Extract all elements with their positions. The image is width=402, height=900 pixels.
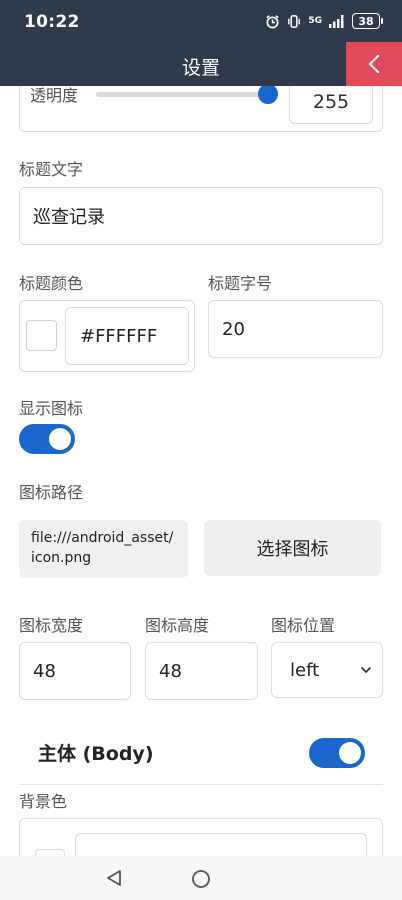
system-nav-bar: [0, 856, 402, 900]
title-font-size-input[interactable]: 20: [208, 300, 383, 358]
settings-form[interactable]: 透明度 255 标题文字 巡查记录 标题颜色 标题字号 #FFFFFF 20 显…: [0, 86, 402, 856]
toggle-knob: [339, 742, 361, 764]
icon-width-label: 图标宽度: [19, 616, 84, 635]
opacity-label: 透明度: [30, 86, 79, 105]
background-color-input[interactable]: [75, 833, 367, 856]
icon-position-select[interactable]: left: [271, 642, 383, 698]
nav-home-icon[interactable]: [191, 869, 211, 889]
icon-height-input[interactable]: 48: [145, 642, 258, 700]
back-button[interactable]: [346, 42, 402, 86]
body-section-toggle[interactable]: [309, 738, 365, 768]
status-icons: 5G 38: [265, 13, 383, 29]
icon-position-value: left: [290, 659, 320, 681]
show-icon-label: 显示图标: [19, 399, 84, 418]
title-color-label: 标题颜色: [19, 274, 84, 293]
alarm-icon: [266, 14, 279, 28]
icon-position-label: 图标位置: [271, 616, 336, 635]
background-color-label: 背景色: [19, 792, 68, 811]
show-icon-toggle[interactable]: [19, 424, 75, 454]
icon-width-input[interactable]: 48: [19, 642, 131, 700]
chevron-left-icon: [368, 54, 380, 74]
icon-path-value: file:///android_asset/icon.png: [19, 520, 188, 578]
choose-icon-button[interactable]: 选择图标: [204, 520, 381, 576]
chevron-down-icon: [361, 667, 371, 673]
icon-height-label: 图标高度: [145, 616, 210, 635]
background-color-swatch[interactable]: [35, 849, 65, 856]
title-text-label: 标题文字: [19, 160, 84, 179]
background-color-picker: [19, 818, 383, 856]
signal-icon: [329, 15, 344, 28]
title-font-size-label: 标题字号: [208, 274, 273, 293]
status-time: 10:22: [24, 12, 80, 32]
battery-icon: 38: [352, 13, 383, 29]
body-section-title: 主体 (Body): [38, 743, 154, 765]
page-title: 设置: [181, 57, 220, 79]
title-color-swatch[interactable]: [26, 320, 57, 351]
nav-back-icon[interactable]: [104, 868, 124, 888]
status-bar: 10:22 5G 38: [0, 0, 402, 42]
toggle-knob: [49, 428, 71, 450]
opacity-slider[interactable]: [96, 92, 268, 97]
app-header: 10:22 5G 38 设置: [0, 0, 402, 86]
icon-path-label: 图标路径: [19, 483, 84, 502]
opacity-value-input[interactable]: 255: [289, 86, 373, 124]
title-text-input[interactable]: 巡查记录: [19, 187, 383, 245]
title-color-picker: #FFFFFF: [19, 300, 195, 372]
section-divider: [19, 784, 383, 785]
network-type: 5G: [308, 15, 322, 26]
title-color-input[interactable]: #FFFFFF: [65, 307, 189, 365]
vibrate-icon: [288, 14, 301, 28]
